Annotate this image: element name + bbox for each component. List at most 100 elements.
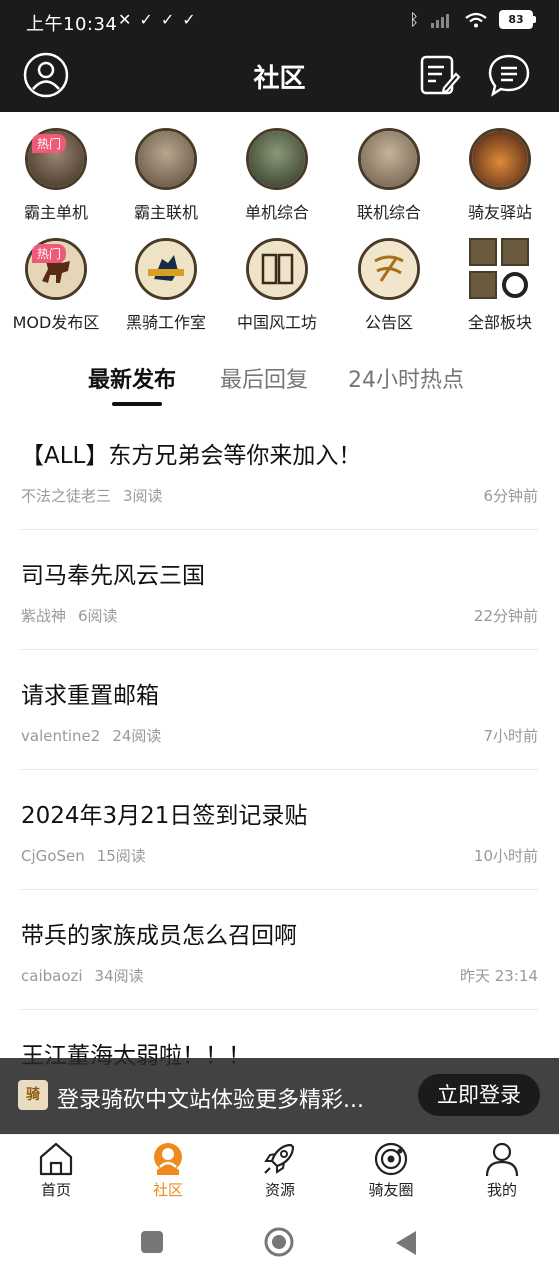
status-time: 上午10:34 (26, 14, 118, 35)
nav-rider-circle[interactable]: 骑友圈 (335, 1141, 447, 1200)
post-item[interactable]: 司马奉先风云三国 紫战神 6阅读 22分钟前 (21, 556, 538, 650)
category-all-boards[interactable]: 全部板块 (444, 238, 556, 333)
divider (21, 529, 538, 530)
category-label: 单机综合 (244, 203, 309, 222)
post-item[interactable]: 2024年3月21日签到记录贴 CjGoSen 15阅读 10小时前 (21, 796, 538, 890)
post-item[interactable]: 带兵的家族成员怎么召回啊 caibaozi 34阅读 昨天 23:14 (21, 916, 538, 1010)
status-bar: 上午10:34 ✕ ✓ ✓ ✓ ᛒ 83 (0, 0, 559, 42)
post-meta: CjGoSen 15阅读 10小时前 (21, 845, 538, 866)
category-icon (358, 128, 420, 190)
check-icon: ✓ (139, 10, 153, 29)
divider (21, 889, 538, 890)
login-button[interactable]: 立即登录 (418, 1074, 540, 1116)
back-icon[interactable] (394, 1230, 418, 1256)
home-icon (39, 1142, 73, 1176)
post-author[interactable]: 紫战神 (21, 607, 66, 625)
category-black-knight-studio[interactable]: 黑骑工作室 (110, 238, 222, 333)
nav-label: 我的 (486, 1181, 517, 1199)
category-label: 黑骑工作室 (125, 313, 206, 332)
category-label: 联机综合 (356, 203, 421, 222)
nav-label: 骑友圈 (368, 1181, 414, 1199)
category-single-general[interactable]: 单机综合 (221, 128, 333, 223)
tab-24h-hot[interactable]: 24小时热点 (348, 362, 464, 394)
post-meta: caibaozi 34阅读 昨天 23:14 (21, 965, 538, 986)
signal-icon (431, 13, 449, 28)
knight-logo-icon (148, 255, 184, 281)
bottom-nav: 首页 社区 资源 骑友圈 我的 (0, 1134, 559, 1209)
post-time: 7小时前 (483, 727, 538, 745)
post-title[interactable]: 带兵的家族成员怎么召回啊 (21, 916, 538, 950)
category-mod-release[interactable]: 热门 MOD发布区 (0, 238, 112, 333)
site-logo-icon: 骑 (18, 1080, 48, 1110)
category-icon (358, 238, 420, 300)
post-item[interactable]: 【ALL】东方兄弟会等你来加入！ 不法之徒老三 3阅读 6分钟前 (21, 436, 538, 530)
post-meta: 不法之徒老三 3阅读 6分钟前 (21, 485, 538, 506)
divider (21, 769, 538, 770)
nav-label: 社区 (152, 1181, 183, 1199)
nav-home[interactable]: 首页 (0, 1141, 112, 1200)
post-author[interactable]: CjGoSen (21, 847, 85, 865)
category-label: 骑友驿站 (467, 203, 532, 222)
message-icon[interactable] (486, 52, 532, 98)
post-reads: 34阅读 (94, 967, 144, 985)
post-tabs: 最新发布 最后回复 24小时热点 (0, 362, 559, 412)
hot-badge: 热门 (32, 134, 67, 153)
notification-icons: ✕ ✓ ✓ ✓ (118, 10, 204, 29)
app-header: 社区 (0, 42, 559, 112)
category-icon (246, 238, 308, 300)
nav-profile[interactable]: 我的 (446, 1141, 558, 1200)
nav-resources[interactable]: 资源 (224, 1141, 336, 1200)
silent-alarm-icon: ✕ (118, 10, 132, 29)
nav-label: 首页 (40, 1181, 71, 1199)
compose-icon[interactable] (418, 52, 462, 98)
tab-indicator (112, 402, 162, 406)
post-author[interactable]: caibaozi (21, 967, 83, 985)
rocket-icon (264, 1143, 295, 1174)
recents-icon[interactable] (140, 1230, 164, 1254)
divider (21, 649, 538, 650)
post-author[interactable]: 不法之徒老三 (21, 487, 111, 505)
post-reads: 15阅读 (96, 847, 146, 865)
tab-latest[interactable]: 最新发布 (88, 362, 176, 394)
profile-icon (485, 1142, 519, 1177)
nav-label: 资源 (264, 1181, 295, 1199)
site-logo-icon (374, 255, 404, 282)
check-icon: ✓ (182, 10, 196, 29)
page-title: 社区 (253, 64, 306, 94)
category-bazhu-single[interactable]: 热门 霸主单机 (0, 128, 112, 223)
category-label: 霸主单机 (23, 203, 88, 222)
community-icon (154, 1143, 182, 1175)
post-meta: valentine2 24阅读 7小时前 (21, 725, 538, 746)
all-boards-icon (469, 238, 531, 300)
hot-badge: 热门 (32, 244, 67, 263)
system-nav (0, 1208, 559, 1280)
post-time: 22分钟前 (473, 607, 538, 625)
post-time: 昨天 23:14 (460, 967, 538, 985)
check-icon: ✓ (160, 10, 175, 29)
post-reads: 6阅读 (78, 607, 118, 625)
status-right: ᛒ 83 (409, 10, 536, 29)
category-icon (135, 128, 197, 190)
home-button-icon[interactable] (264, 1227, 294, 1257)
post-item[interactable]: 请求重置邮箱 valentine2 24阅读 7小时前 (21, 676, 538, 770)
category-announcements[interactable]: 公告区 (333, 238, 445, 333)
nav-community[interactable]: 社区 (112, 1141, 224, 1200)
category-bazhu-online[interactable]: 霸主联机 (110, 128, 222, 223)
post-time: 10小时前 (473, 847, 538, 865)
category-rider-station[interactable]: 骑友驿站 (444, 128, 556, 223)
post-title[interactable]: 请求重置邮箱 (21, 676, 538, 710)
post-title[interactable]: 司马奉先风云三国 (21, 556, 538, 590)
category-label: 公告区 (364, 313, 413, 332)
post-title[interactable]: 【ALL】东方兄弟会等你来加入！ (21, 436, 538, 470)
category-chinese-workshop[interactable]: 中国风工坊 (221, 238, 333, 333)
seal-logo-icon (261, 253, 294, 285)
tab-last-reply[interactable]: 最后回复 (220, 362, 308, 394)
post-title[interactable]: 2024年3月21日签到记录贴 (21, 796, 538, 830)
login-banner-text: 登录骑砍中文站体验更多精彩... (57, 1088, 364, 1113)
post-time: 6分钟前 (483, 487, 538, 505)
wifi-icon (465, 12, 487, 27)
category-label: 中国风工坊 (236, 313, 317, 332)
category-online-general[interactable]: 联机综合 (333, 128, 445, 223)
post-author[interactable]: valentine2 (21, 727, 100, 745)
category-label: MOD发布区 (12, 313, 100, 332)
